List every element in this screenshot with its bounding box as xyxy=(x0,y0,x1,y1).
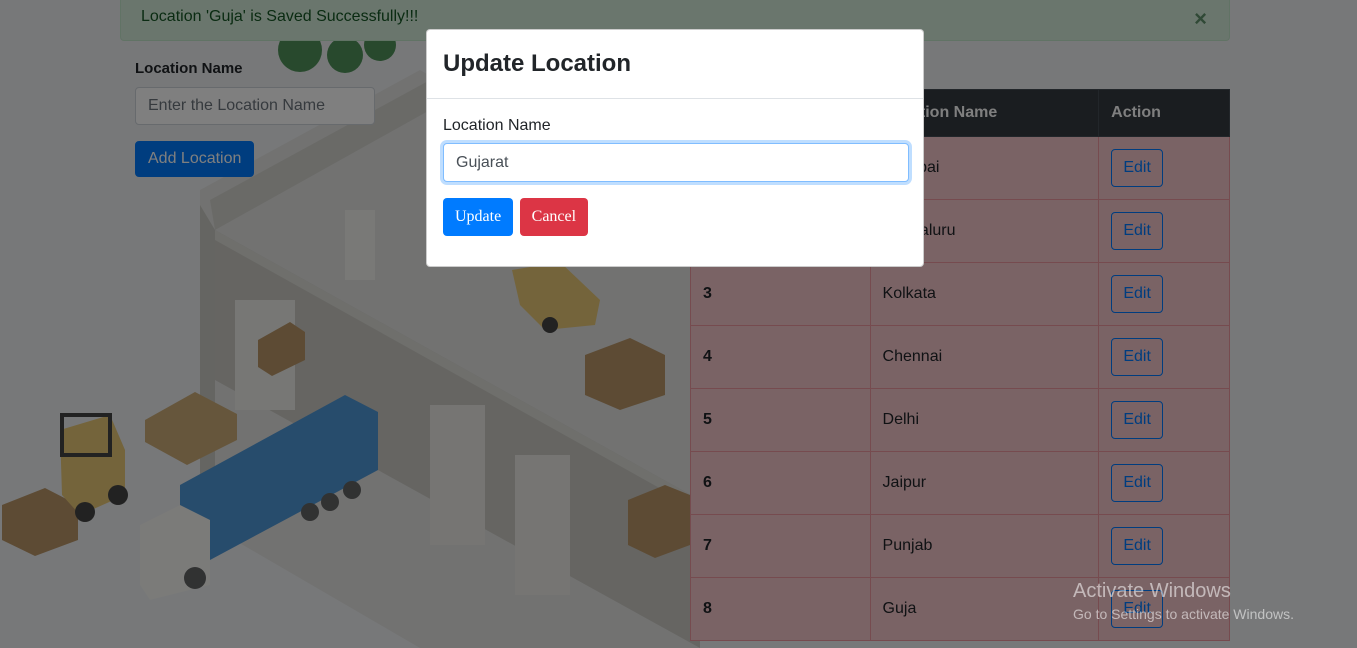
modal-actions: Update Cancel xyxy=(443,198,907,236)
update-button[interactable]: Update xyxy=(443,198,514,236)
modal-body: Location Name Update Cancel xyxy=(427,99,923,254)
watermark-subtitle: Go to Settings to activate Windows. xyxy=(1073,606,1294,622)
watermark-title: Activate Windows xyxy=(1073,580,1231,602)
modal-location-name-input[interactable] xyxy=(443,143,909,182)
modal-title: Update Location xyxy=(443,50,632,77)
modal-location-name-label: Location Name xyxy=(443,117,551,134)
cancel-button[interactable]: Cancel xyxy=(519,198,589,236)
update-location-modal: Update Location Location Name Update Can… xyxy=(426,29,924,267)
modal-header: Update Location xyxy=(427,30,923,99)
windows-activation-watermark: Activate Windows Go to Settings to activ… xyxy=(1073,580,1294,622)
